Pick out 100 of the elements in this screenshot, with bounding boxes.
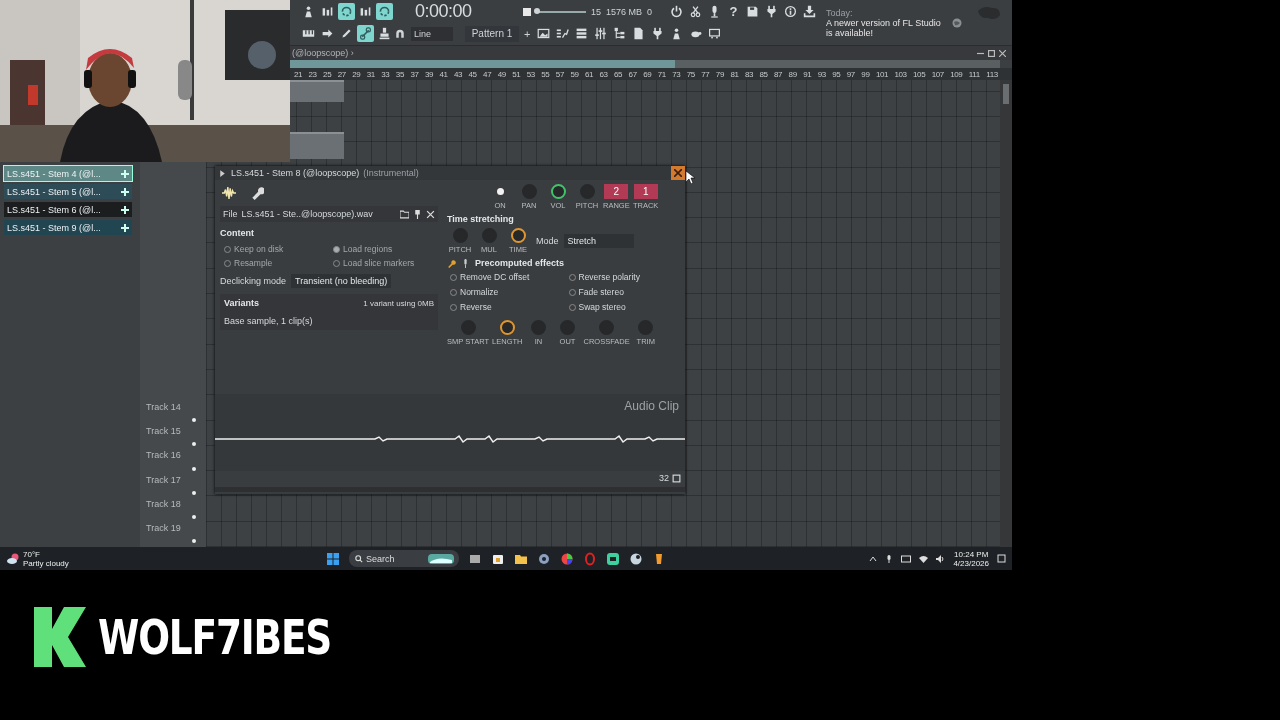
folder-icon[interactable]: [400, 209, 409, 219]
weather-icon[interactable]: [6, 551, 20, 566]
bar-number: 111: [968, 69, 980, 79]
audio-clip[interactable]: [290, 132, 344, 159]
microphone-icon[interactable]: [885, 554, 894, 563]
plus-icon: [121, 223, 129, 232]
bar-number: 39: [424, 69, 434, 79]
effect-label: Reverse: [460, 302, 492, 312]
clip-source-item[interactable]: LS.s451 - Stem 4 (@l...: [4, 166, 132, 181]
page-icon: [632, 27, 646, 40]
temperature: 70°F: [23, 549, 41, 559]
bars-icon: [321, 5, 334, 18]
microphone-icon[interactable]: [461, 258, 470, 268]
bar-number: 83: [744, 69, 754, 79]
square-icon[interactable]: [672, 473, 681, 483]
variants-info: 1 variant using 0MB: [363, 298, 434, 308]
track-dot[interactable]: [192, 466, 196, 471]
track-dot[interactable]: [192, 514, 196, 519]
power-led[interactable]: [496, 188, 504, 195]
pin-icon[interactable]: [413, 209, 422, 219]
knob[interactable]: [510, 228, 526, 243]
close-icon[interactable]: [426, 209, 435, 219]
breadcrumb[interactable]: (@loopscope) ›: [292, 48, 354, 58]
bar-number: 109: [950, 69, 963, 79]
track-label[interactable]: Track 17: [146, 474, 181, 485]
clock-date[interactable]: 4/23/2026: [953, 558, 989, 568]
clip-source-item[interactable]: LS.s451 - Stem 6 (@l...: [4, 202, 132, 217]
bar-number: 45: [468, 69, 477, 79]
globe-icon[interactable]: [952, 17, 963, 28]
toolbar-button[interactable]: [357, 25, 374, 42]
track-label[interactable]: Track 14: [146, 402, 181, 412]
ring-icon[interactable]: [583, 551, 597, 566]
file-name[interactable]: LS.s451 - Ste..@loopscope).wav: [241, 209, 373, 219]
magnet-icon[interactable]: [395, 28, 405, 39]
wrench-icon[interactable]: [250, 186, 264, 200]
bar-number: 79: [715, 69, 724, 79]
speaker-icon[interactable]: [936, 554, 946, 563]
wrench-icon[interactable]: [447, 258, 456, 268]
declicking-dropdown[interactable]: Transient (no bleeding): [291, 274, 392, 288]
update-notice[interactable]: A newer version of FL Studio is available!: [826, 17, 945, 38]
section-title: Precomputed effects: [475, 258, 565, 268]
track-dot[interactable]: [192, 490, 196, 495]
info-icon: [784, 5, 798, 18]
knob[interactable]: [499, 320, 515, 335]
channel-counter[interactable]: 1: [633, 184, 658, 199]
toolbar-button[interactable]: [376, 3, 393, 20]
cart-icon: [708, 27, 722, 40]
keyboard-icon[interactable]: [901, 554, 912, 563]
save-icon: [746, 5, 760, 18]
bar-number: 73: [672, 69, 681, 79]
wifi-icon[interactable]: [919, 554, 929, 563]
color-wheel-icon[interactable]: [560, 551, 574, 566]
track-dot[interactable]: [192, 539, 196, 544]
close-icon[interactable]: [999, 49, 1006, 57]
search-highlight-icon[interactable]: [428, 553, 454, 564]
pencil-icon: [340, 27, 353, 40]
waveform-icon[interactable]: [222, 186, 236, 200]
plus-icon: [121, 169, 129, 178]
track-dot[interactable]: [192, 442, 196, 447]
option-checkbox[interactable]: [333, 245, 340, 253]
chat-icon[interactable]: [606, 551, 620, 566]
windows-icon[interactable]: [326, 551, 340, 566]
pattern-selector[interactable]: Pattern 1: [465, 25, 519, 42]
clip-source-item[interactable]: LS.s451 - Stem 9 (@l...: [4, 220, 132, 235]
variant-item[interactable]: Base sample, 1 clip(s): [224, 316, 434, 326]
horizontal-scrollbar[interactable]: [290, 60, 1000, 68]
audio-clip[interactable]: [290, 80, 344, 102]
effect-label: Remove DC offset: [460, 272, 530, 282]
notification-icon[interactable]: [997, 554, 1006, 563]
clock-time[interactable]: 10:24 PM: [954, 549, 989, 559]
bar-number: 87: [774, 69, 783, 79]
track-label[interactable]: Track 16: [146, 450, 181, 461]
bar-number: 47: [483, 69, 492, 79]
clip-source-item[interactable]: LS.s451 - Stem 5 (@l...: [4, 184, 132, 199]
bar-number: 89: [788, 69, 797, 79]
song-time: 0:00:00: [415, 1, 473, 22]
bar-number: 37: [410, 69, 419, 79]
bar-number: 27: [337, 69, 346, 79]
bar-number: 93: [817, 69, 826, 79]
caret-icon[interactable]: [869, 554, 878, 563]
vertical-scrollbar[interactable]: [1000, 80, 1012, 547]
expand-icon[interactable]: [218, 168, 227, 178]
track-label[interactable]: Track 15: [146, 426, 181, 437]
add-pattern-button[interactable]: +: [521, 27, 534, 40]
snap-dropdown[interactable]: Line: [411, 26, 453, 41]
tempo-slider[interactable]: [536, 10, 586, 13]
knob[interactable]: [550, 184, 566, 199]
track-label[interactable]: Track 19: [146, 522, 181, 533]
toolbar-button[interactable]: [338, 3, 355, 20]
close-button[interactable]: [671, 166, 685, 180]
slider-thumb[interactable]: [534, 7, 540, 14]
mode-dropdown[interactable]: Stretch: [563, 234, 634, 248]
gear-icon[interactable]: [537, 551, 551, 566]
track-label[interactable]: Track 18: [146, 498, 181, 509]
track-dot[interactable]: [192, 418, 196, 423]
restore-icon[interactable]: [988, 49, 995, 57]
section-title: Variants: [224, 298, 260, 308]
toolbar-button[interactable]: ?: [725, 3, 743, 20]
channel-counter[interactable]: 2: [604, 184, 629, 199]
download-icon: [803, 5, 817, 18]
